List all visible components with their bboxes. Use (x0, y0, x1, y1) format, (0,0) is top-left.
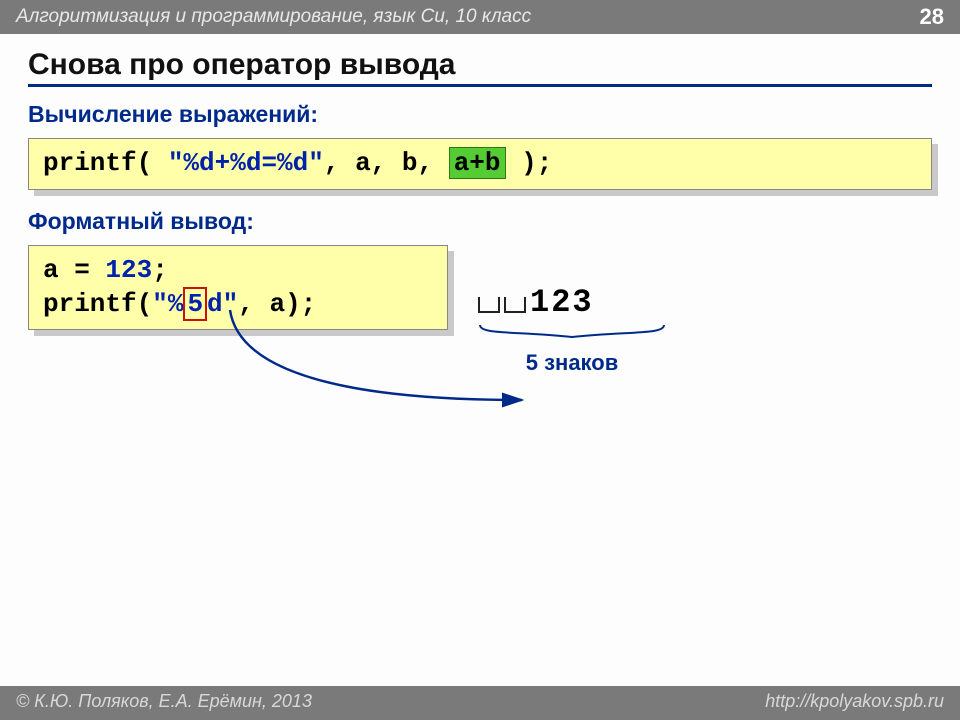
leading-spaces (478, 281, 530, 319)
output-annotation: 5 знаков (478, 350, 666, 376)
footer-bar: © К.Ю. Поляков, Е.А. Ерёмин, 2013 http:/… (0, 686, 960, 720)
page-number: 28 (920, 4, 944, 30)
code1-pre: printf( (43, 148, 168, 178)
course-title: Алгоритмизация и программирование, язык … (16, 6, 531, 28)
brace-icon (478, 323, 666, 341)
code2-l2d: , a); (238, 289, 316, 319)
code-block-2: a = 123; printf("%5d", a); (28, 245, 448, 331)
code2-l2c: d" (207, 289, 238, 319)
header-bar: Алгоритмизация и программирование, язык … (0, 0, 960, 34)
output-text: 123 (478, 281, 666, 321)
section-format: Форматный вывод: (28, 208, 932, 235)
slide-title: Снова про оператор вывода (28, 48, 932, 82)
code2-l2a: printf( (43, 289, 152, 319)
code-block-1: printf( "%d+%d=%d", a, b, a+b ); (28, 138, 932, 190)
code1-highlight-expr: a+b (449, 147, 506, 179)
output-column: 123 5 знаков (478, 281, 666, 376)
output-value: 123 (530, 284, 594, 321)
code2-l1a: a = (43, 255, 105, 285)
code2-l1c: ; (152, 255, 168, 285)
title-underline (28, 84, 932, 87)
code1-args: , a, b, (324, 148, 449, 178)
footer-authors: © К.Ю. Поляков, Е.А. Ерёмин, 2013 (16, 691, 312, 715)
code2-l2b: "% (152, 289, 183, 319)
section-expressions: Вычисление выражений: (28, 101, 932, 128)
footer-url: http://kpolyakov.spb.ru (765, 691, 944, 715)
code2-l1-value: 123 (105, 255, 152, 285)
code1-tail: ); (506, 148, 553, 178)
code2-width-highlight: 5 (183, 287, 207, 321)
code1-format-string: "%d+%d=%d" (168, 148, 324, 178)
